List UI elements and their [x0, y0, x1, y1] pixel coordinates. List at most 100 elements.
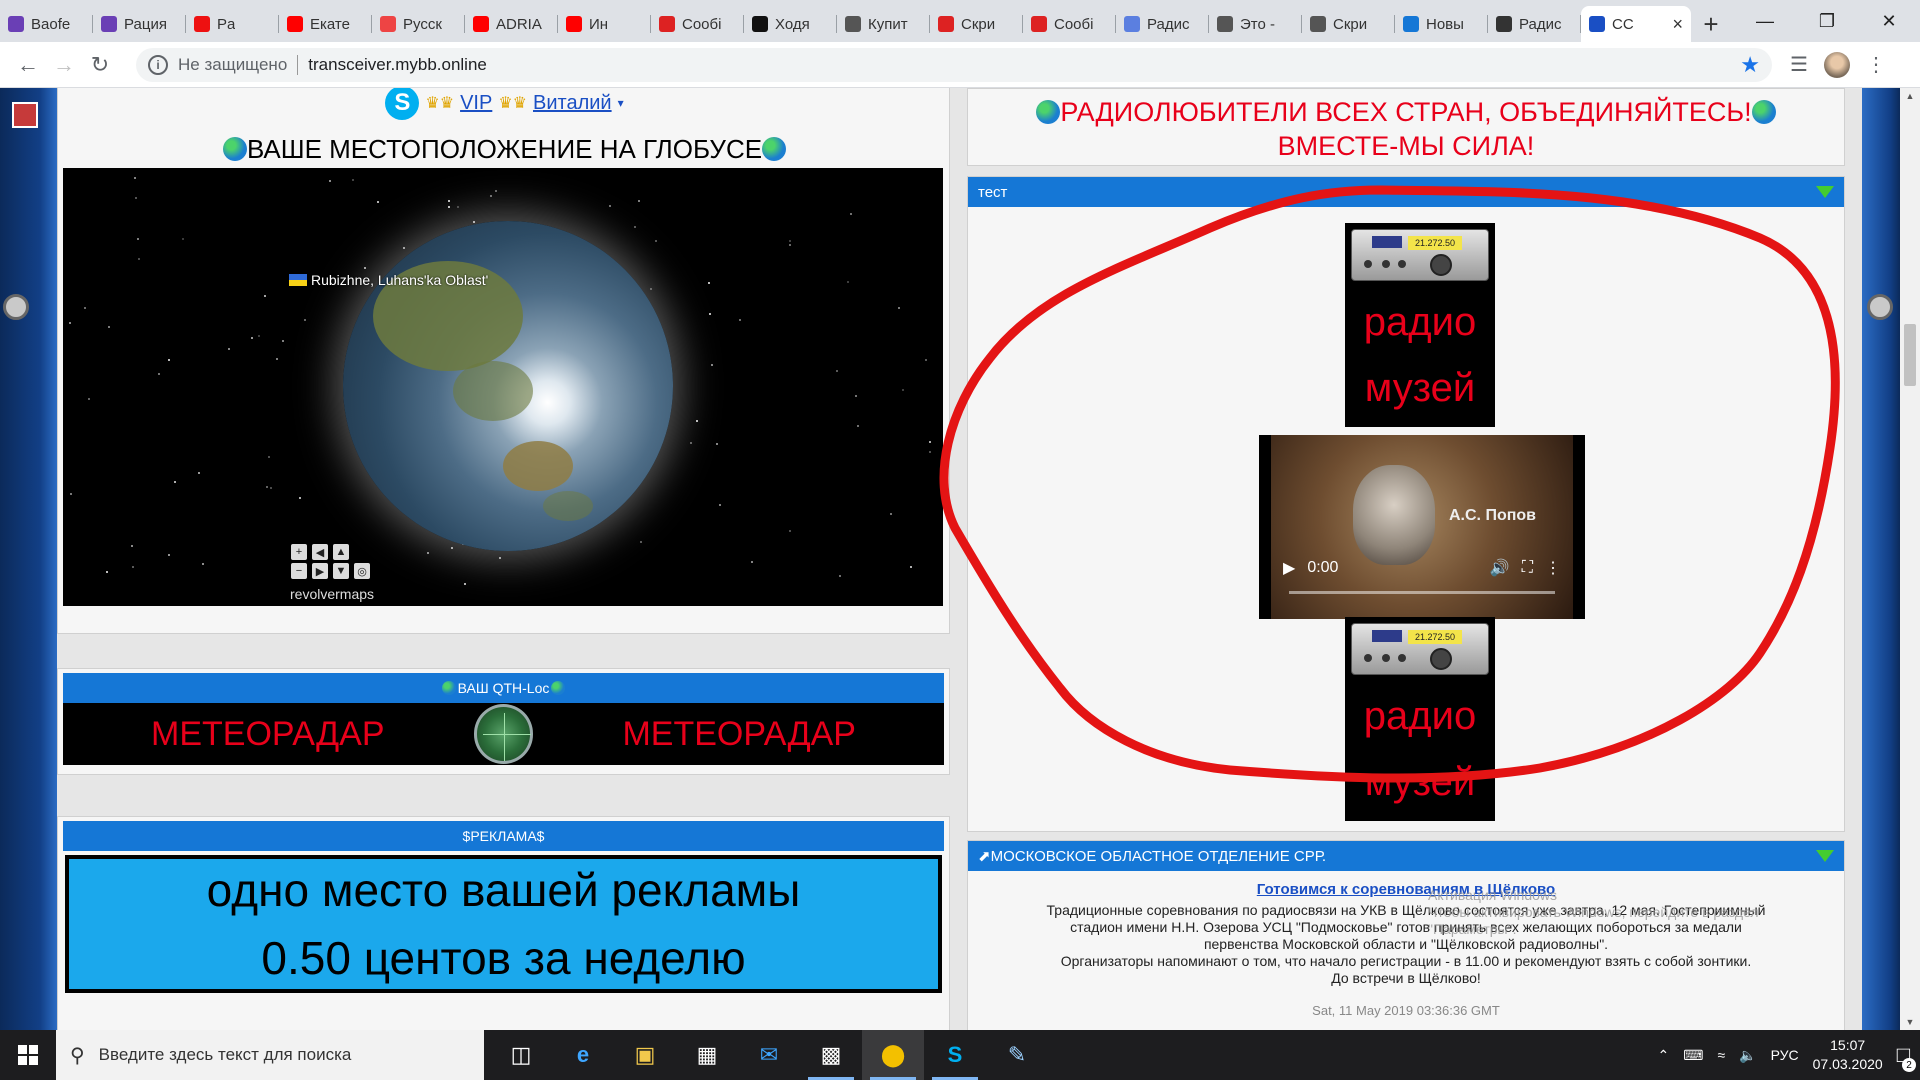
mos-header[interactable]: ⬈МОСКОВСКОЕ ОБЛАСТНОЕ ОТДЕЛЕНИЕ СРР.	[968, 841, 1844, 871]
username-link[interactable]: Виталий	[533, 92, 612, 115]
pan-right-icon[interactable]: ▶	[312, 563, 328, 579]
star-dot	[427, 552, 429, 554]
browser-tab[interactable]: Baofe	[0, 6, 93, 42]
revolvermaps-brand[interactable]: revolvermaps	[290, 586, 374, 602]
media-app-icon[interactable]: ▩	[800, 1030, 862, 1080]
taskbar-search[interactable]: ⚲ Введите здесь текст для поиска	[56, 1030, 484, 1080]
browser-tab[interactable]: Новы	[1395, 6, 1488, 42]
ad-banner[interactable]: одно место вашей рекламы 0.50 центов за …	[65, 855, 942, 993]
volume-icon[interactable]: 🔊	[1490, 558, 1510, 578]
browser-tab[interactable]: Ин	[558, 6, 651, 42]
video-progress-bar[interactable]	[1289, 591, 1555, 594]
browser-tab[interactable]: Сообі	[1023, 6, 1116, 42]
browser-tab[interactable]: Екате	[279, 6, 372, 42]
video-menu-icon[interactable]: ⋮	[1545, 558, 1561, 578]
radio-museum-card[interactable]: 21.272.50 радио музей	[1345, 223, 1495, 427]
scroll-down-icon[interactable]: ▼	[1900, 1014, 1920, 1030]
edge-icon[interactable]: e	[552, 1030, 614, 1080]
video-player[interactable]: А.С. Попов ▶ 0:00 🔊 ⛶ ⋮	[1259, 435, 1585, 619]
right-scroll-knob[interactable]	[1867, 294, 1893, 320]
info-icon[interactable]: i	[148, 54, 168, 75]
wifi-icon[interactable]: ≈	[1717, 1047, 1725, 1063]
tab-label: Русск	[403, 15, 442, 33]
left-scroll-knob[interactable]	[3, 294, 29, 320]
security-status: Не защищено	[178, 54, 288, 74]
notes-app-icon[interactable]: ✎	[986, 1030, 1048, 1080]
globe-widget[interactable]: Rubizhne, Luhans'ka Oblast' + ◀ ▲ − ▶ ▼ …	[63, 168, 943, 606]
address-bar[interactable]: i Не защищено transceiver.mybb.online ★	[136, 47, 1772, 82]
media-playlist-icon[interactable]: ☰	[1790, 52, 1808, 77]
close-window-icon[interactable]: ✕	[1858, 0, 1920, 42]
browser-tab[interactable]: Радис	[1116, 6, 1209, 42]
radio-museum-card[interactable]: 21.272.50 радио музей	[1345, 617, 1495, 821]
ad-line-2: 0.50 центов за неделю	[261, 932, 746, 984]
pan-down-icon[interactable]: ▼	[333, 563, 349, 579]
skype-taskbar-icon[interactable]: S	[924, 1030, 986, 1080]
user-menu-caret[interactable]: ▾	[618, 96, 624, 110]
page-scrollbar[interactable]: ▲ ▼	[1900, 88, 1920, 1030]
star-dot	[609, 205, 611, 207]
url-text[interactable]: transceiver.mybb.online	[308, 55, 487, 75]
radar-icon[interactable]	[473, 704, 534, 764]
browser-tab[interactable]: Pa	[186, 6, 279, 42]
maximize-icon[interactable]: ❐	[1796, 0, 1858, 42]
right-column: РАДИОЛЮБИТЕЛИ ВСЕХ СТРАН, ОБЪЕДИНЯЙТЕСЬ!…	[967, 88, 1845, 1030]
tab-favicon-icon	[845, 16, 861, 32]
browser-tab[interactable]: CC ×	[1581, 6, 1691, 42]
star-dot	[464, 583, 466, 585]
chrome-icon[interactable]: ⬤	[862, 1030, 924, 1080]
meteoradar-right[interactable]: МЕТЕОРАДАР	[534, 715, 944, 754]
test-header[interactable]: тест	[968, 177, 1844, 207]
language-indicator[interactable]: РУС	[1771, 1047, 1799, 1063]
task-view-icon[interactable]: ◫	[490, 1030, 552, 1080]
clock[interactable]: 15:07 07.03.2020	[1813, 1036, 1883, 1074]
store-icon[interactable]: ▦	[676, 1030, 738, 1080]
collapse-arrow-icon[interactable]	[1816, 850, 1834, 862]
browser-tab[interactable]: Это -	[1209, 6, 1302, 42]
ad-panel: $РЕКЛАМА$ одно место вашей рекламы 0.50 …	[57, 816, 950, 1030]
scroll-up-icon[interactable]: ▲	[1900, 88, 1920, 104]
file-explorer-icon[interactable]: ▣	[614, 1030, 676, 1080]
profile-avatar[interactable]	[1823, 51, 1850, 78]
notification-center-icon[interactable]: □ 2	[1897, 1042, 1916, 1072]
browser-tab[interactable]: Русск	[372, 6, 465, 42]
skype-icon[interactable]: S	[385, 88, 420, 120]
tray-chevron-icon[interactable]: ⌃	[1658, 1047, 1670, 1064]
mail-icon[interactable]: ✉	[738, 1030, 800, 1080]
zoom-in-icon[interactable]: +	[291, 544, 307, 560]
browser-tab[interactable]: Рация	[93, 6, 186, 42]
browser-tab[interactable]: Радис	[1488, 6, 1581, 42]
pan-up-icon[interactable]: ▲	[333, 544, 349, 560]
vip-user-link[interactable]: VIP	[460, 92, 492, 115]
collapse-arrow-icon[interactable]	[1816, 186, 1834, 198]
browser-tab[interactable]: Купит	[837, 6, 930, 42]
meteoradar-left[interactable]: МЕТЕОРАДАР	[63, 715, 473, 754]
browser-tab[interactable]: Скри	[930, 6, 1023, 42]
star-dot	[251, 337, 253, 339]
reload-icon[interactable]: ↻	[82, 47, 118, 83]
start-button[interactable]	[0, 1030, 56, 1080]
tab-close-icon[interactable]: ×	[1672, 14, 1683, 35]
browser-tab[interactable]: ADRIA	[465, 6, 558, 42]
back-arrow-icon[interactable]: ←	[10, 47, 46, 83]
pan-left-icon[interactable]: ◀	[312, 544, 328, 560]
browser-tab[interactable]: Скри	[1302, 6, 1395, 42]
menu-dots-icon[interactable]: ⋮	[1866, 52, 1886, 77]
star-dot	[719, 504, 721, 506]
reset-view-icon[interactable]: ◎	[354, 563, 370, 579]
fullscreen-icon[interactable]: ⛶	[1522, 559, 1533, 577]
bookmark-star-icon[interactable]: ★	[1740, 52, 1760, 78]
forward-arrow-icon[interactable]: →	[46, 47, 82, 83]
scrollbar-thumb[interactable]	[1904, 324, 1916, 386]
play-icon[interactable]: ▶	[1283, 558, 1295, 578]
volume-tray-icon[interactable]: 🔈	[1739, 1047, 1756, 1064]
minimize-icon[interactable]: —	[1734, 0, 1796, 42]
earth-globe[interactable]	[343, 221, 673, 551]
browser-tab[interactable]: Ходя	[744, 6, 837, 42]
star-dot	[131, 545, 133, 547]
meteoradar-banner[interactable]: МЕТЕОРАДАР МЕТЕОРАДАР	[63, 703, 944, 765]
keyboard-icon[interactable]: ⌨	[1683, 1047, 1703, 1064]
new-tab-button[interactable]: +	[1691, 6, 1731, 42]
browser-tab[interactable]: Сообі	[651, 6, 744, 42]
zoom-out-icon[interactable]: −	[291, 563, 307, 579]
